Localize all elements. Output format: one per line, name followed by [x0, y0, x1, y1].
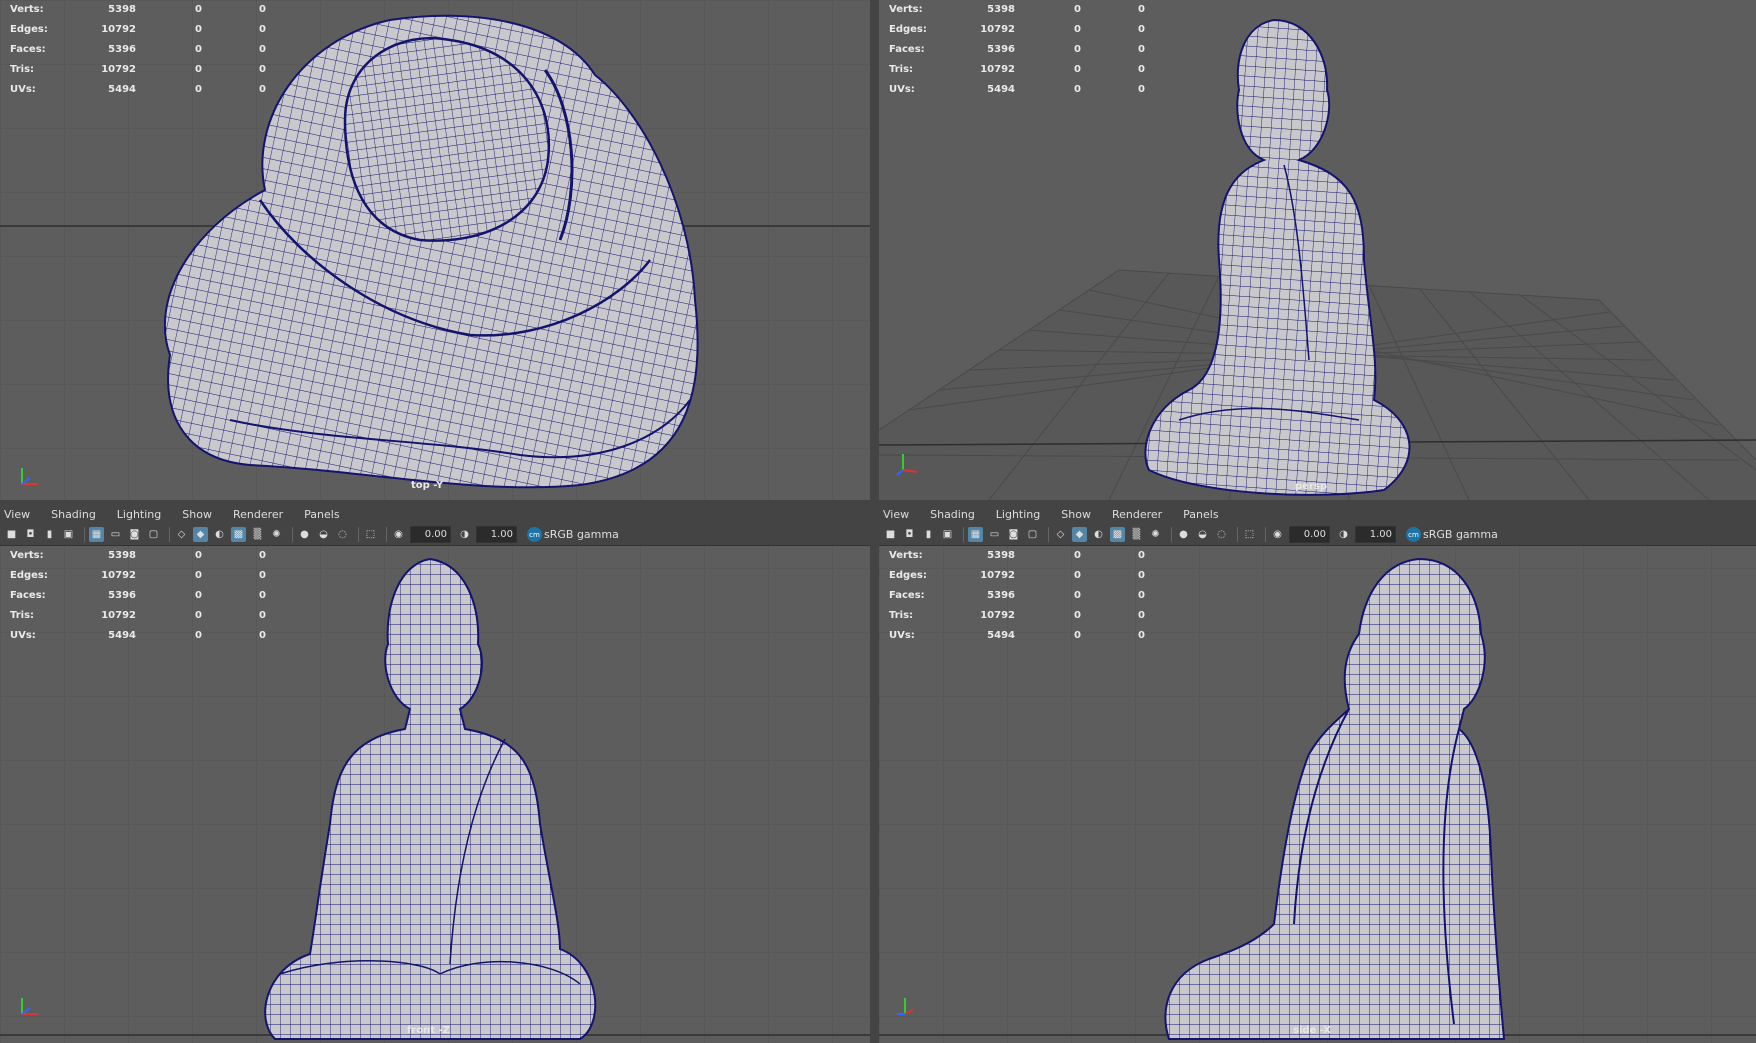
film-gate-icon[interactable]: ▭	[987, 527, 1002, 542]
shadows-icon[interactable]: ●	[1176, 527, 1191, 542]
xray-icon[interactable]: ▒	[250, 527, 265, 542]
shadows-icon[interactable]: ●	[297, 527, 312, 542]
panel-toolbar: ■ ◘ ▮ ▣ ▦ ▭ ◙ ▢ ◇ ◆ ◐ ▩ ▒ ✺ ● ◒ ◌ ⬚ ◉ 0.…	[0, 524, 870, 546]
motion-blur-icon[interactable]: ◌	[1214, 527, 1229, 542]
axis-gizmo-icon	[21, 998, 38, 1015]
safe-action-icon[interactable]: ▢	[1025, 527, 1040, 542]
camera-label: top -Y	[411, 480, 444, 491]
toolbar-divider	[1237, 527, 1238, 542]
hud-stats-top: Verts: 5398 0 0 Edges: 10792 0 0 Faces: 5396 0 0 …	[10, 4, 266, 95]
camera-icon[interactable]: ■	[883, 527, 898, 542]
toolbar-divider	[84, 527, 85, 542]
exposure-field[interactable]: 0.00	[410, 526, 451, 543]
toolbar-divider	[358, 527, 359, 542]
toolbar-divider	[169, 527, 170, 542]
buddha-mesh-persp[interactable]	[1144, 18, 1411, 496]
menu-renderer[interactable]: Renderer	[1108, 508, 1171, 521]
menu-panels[interactable]: Panels	[300, 508, 348, 521]
resolution-gate-icon[interactable]: ◙	[1006, 527, 1021, 542]
menu-view[interactable]: View	[879, 508, 918, 521]
menu-show[interactable]: Show	[1057, 508, 1100, 521]
isolate-icon[interactable]: ⬚	[1242, 527, 1257, 542]
textured-icon[interactable]: ◐	[1091, 527, 1106, 542]
wireframe-icon[interactable]: ◇	[174, 527, 189, 542]
bookmark-icon[interactable]: ▮	[921, 527, 936, 542]
color-management-icon[interactable]: cm	[527, 527, 542, 542]
film-gate-icon[interactable]: ▭	[108, 527, 123, 542]
ambient-occlusion-icon[interactable]: ◒	[1195, 527, 1210, 542]
menu-show[interactable]: Show	[178, 508, 221, 521]
ambient-occlusion-icon[interactable]: ◒	[316, 527, 331, 542]
color-management-icon[interactable]: cm	[1406, 527, 1421, 542]
safe-action-icon[interactable]: ▢	[146, 527, 161, 542]
camera-attr-icon[interactable]: ◘	[23, 527, 38, 542]
toolbar-divider	[963, 527, 964, 542]
camera-label: side -X	[1293, 1025, 1331, 1036]
wireframe-on-shaded-icon[interactable]: ▩	[1110, 527, 1125, 542]
wireframe-on-shaded-icon[interactable]: ▩	[231, 527, 246, 542]
exposure-icon[interactable]: ◉	[1270, 527, 1285, 542]
motion-blur-icon[interactable]: ◌	[335, 527, 350, 542]
hud-stats-side: Verts: 5398 0 0 Edges: 10792 0 0 Faces: 5396 0 0 …	[889, 550, 1145, 641]
panel-toolbar: ■ ◘ ▮ ▣ ▦ ▭ ◙ ▢ ◇ ◆ ◐ ▩ ▒ ✺ ● ◒ ◌ ⬚ ◉ 0.…	[879, 524, 1756, 546]
viewport-side[interactable]: View Shading Lighting Show Renderer Pane…	[879, 504, 1756, 1043]
gamma-icon[interactable]: ◑	[457, 527, 472, 542]
hud-stats-front: Verts: 5398 0 0 Edges: 10792 0 0 Faces: 5396 0 0 …	[10, 550, 266, 641]
pane-splitter-vertical[interactable]	[870, 0, 879, 1043]
camera-icon[interactable]: ■	[4, 527, 19, 542]
camera-attr-icon[interactable]: ◘	[902, 527, 917, 542]
lights-icon[interactable]: ✺	[269, 527, 284, 542]
axis-gizmo-icon	[896, 454, 918, 476]
color-space-label[interactable]: sRGB gamma	[544, 528, 619, 541]
menu-lighting[interactable]: Lighting	[992, 508, 1049, 521]
exposure-icon[interactable]: ◉	[391, 527, 406, 542]
menu-shading[interactable]: Shading	[926, 508, 984, 521]
camera-label: persp	[1295, 481, 1327, 492]
gamma-field[interactable]: 1.00	[1355, 526, 1396, 543]
lights-icon[interactable]: ✺	[1148, 527, 1163, 542]
textured-icon[interactable]: ◐	[212, 527, 227, 542]
toolbar-divider	[1048, 527, 1049, 542]
toolbar-divider	[1171, 527, 1172, 542]
smooth-shade-icon[interactable]: ◆	[193, 527, 208, 542]
smooth-shade-icon[interactable]: ◆	[1072, 527, 1087, 542]
isolate-icon[interactable]: ⬚	[363, 527, 378, 542]
panel-menubar: View Shading Lighting Show Renderer Pane…	[879, 504, 1756, 524]
viewport-front[interactable]: View Shading Lighting Show Renderer Pane…	[0, 504, 870, 1043]
panel-menubar: View Shading Lighting Show Renderer Pane…	[0, 504, 870, 524]
resolution-gate-icon[interactable]: ◙	[127, 527, 142, 542]
hud-stats-persp: Verts: 5398 0 0 Edges: 10792 0 0 Faces: 5396 0 0 …	[889, 4, 1145, 95]
image-plane-icon[interactable]: ▣	[61, 527, 76, 542]
menu-shading[interactable]: Shading	[47, 508, 105, 521]
xray-icon[interactable]: ▒	[1129, 527, 1144, 542]
menu-panels[interactable]: Panels	[1179, 508, 1227, 521]
exposure-field[interactable]: 0.00	[1289, 526, 1330, 543]
menu-lighting[interactable]: Lighting	[113, 508, 170, 521]
gamma-field[interactable]: 1.00	[476, 526, 517, 543]
grid-toggle-icon[interactable]: ▦	[89, 527, 104, 542]
color-space-label[interactable]: sRGB gamma	[1423, 528, 1498, 541]
viewport-top[interactable]: Verts: 5398 0 0 Edges: 10792 0 0 Faces: 5396 0 0 …	[0, 0, 870, 500]
bookmark-icon[interactable]: ▮	[42, 527, 57, 542]
menu-view[interactable]: View	[0, 508, 39, 521]
toolbar-divider	[386, 527, 387, 542]
grid-toggle-icon[interactable]: ▦	[968, 527, 983, 542]
wireframe-icon[interactable]: ◇	[1053, 527, 1068, 542]
axis-gizmo-icon	[21, 468, 38, 485]
toolbar-divider	[292, 527, 293, 542]
axis-gizmo-icon	[897, 998, 914, 1015]
menu-renderer[interactable]: Renderer	[229, 508, 292, 521]
camera-label: front -Z	[407, 1025, 450, 1036]
viewport-persp[interactable]: Verts: 5398 0 0 Edges: 10792 0 0 Faces: 5396 0 0 …	[879, 0, 1756, 500]
image-plane-icon[interactable]: ▣	[940, 527, 955, 542]
toolbar-divider	[1265, 527, 1266, 542]
gamma-icon[interactable]: ◑	[1336, 527, 1351, 542]
